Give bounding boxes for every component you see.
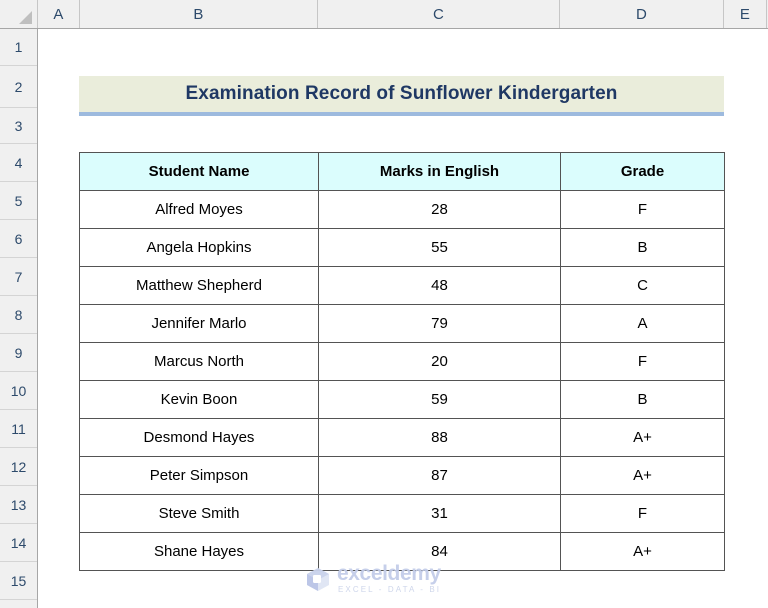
cell-marks[interactable]: 31 [318, 494, 561, 533]
row-header-12[interactable]: 12 [0, 448, 37, 486]
cell-student-name[interactable]: Desmond Hayes [79, 418, 319, 457]
report-title-banner[interactable]: Examination Record of Sunflower Kinderga… [79, 76, 724, 116]
column-header-d[interactable]: D [560, 0, 724, 28]
table-row[interactable]: Jennifer Marlo 79 A [79, 304, 725, 343]
row-header-8[interactable]: 8 [0, 296, 37, 334]
column-e-divider [724, 29, 725, 608]
table-row[interactable]: Angela Hopkins 55 B [79, 228, 725, 267]
row-header-3[interactable]: 3 [0, 108, 37, 144]
cell-marks[interactable]: 79 [318, 304, 561, 343]
row-header-10[interactable]: 10 [0, 372, 37, 410]
cell-student-name[interactable]: Shane Hayes [79, 532, 319, 571]
cell-grade[interactable]: B [560, 380, 725, 419]
table-row[interactable]: Shane Hayes 84 A+ [79, 532, 725, 571]
column-header-marks[interactable]: Marks in English [318, 152, 561, 191]
cell-marks[interactable]: 88 [318, 418, 561, 457]
select-all-triangle-icon [19, 11, 32, 24]
spreadsheet-canvas: A B C D E 1 2 3 4 5 6 7 8 9 10 11 12 13 … [0, 0, 768, 608]
cell-student-name[interactable]: Matthew Shepherd [79, 266, 319, 305]
cell-student-name[interactable]: Angela Hopkins [79, 228, 319, 267]
row-header-gutter: 1 2 3 4 5 6 7 8 9 10 11 12 13 14 15 [0, 29, 38, 608]
cell-grade[interactable]: C [560, 266, 725, 305]
column-header-row: A B C D E [0, 0, 768, 29]
row-header-7[interactable]: 7 [0, 258, 37, 296]
cell-student-name[interactable]: Peter Simpson [79, 456, 319, 495]
cell-marks[interactable]: 55 [318, 228, 561, 267]
cell-marks[interactable]: 28 [318, 190, 561, 229]
cell-grade[interactable]: A [560, 304, 725, 343]
row-header-13[interactable]: 13 [0, 486, 37, 524]
cell-marks[interactable]: 48 [318, 266, 561, 305]
examination-record-table[interactable]: Student Name Marks in English Grade Alfr… [79, 152, 725, 571]
row-header-14[interactable]: 14 [0, 524, 37, 562]
row-header-4[interactable]: 4 [0, 144, 37, 182]
column-header-grade[interactable]: Grade [560, 152, 725, 191]
cell-grade[interactable]: F [560, 494, 725, 533]
table-row[interactable]: Desmond Hayes 88 A+ [79, 418, 725, 457]
column-header-e[interactable]: E [724, 0, 767, 28]
cell-student-name[interactable]: Alfred Moyes [79, 190, 319, 229]
cell-grade[interactable]: F [560, 342, 725, 381]
cell-student-name[interactable]: Kevin Boon [79, 380, 319, 419]
worksheet-cells[interactable]: Examination Record of Sunflower Kinderga… [39, 29, 768, 608]
table-row[interactable]: Peter Simpson 87 A+ [79, 456, 725, 495]
row-header-6[interactable]: 6 [0, 220, 37, 258]
row-header-1[interactable]: 1 [0, 29, 37, 66]
row-header-11[interactable]: 11 [0, 410, 37, 448]
row-header-9[interactable]: 9 [0, 334, 37, 372]
table-header-row: Student Name Marks in English Grade [79, 152, 725, 191]
cell-student-name[interactable]: Marcus North [79, 342, 319, 381]
cell-grade[interactable]: A+ [560, 456, 725, 495]
table-row[interactable]: Alfred Moyes 28 F [79, 190, 725, 229]
page-title: Examination Record of Sunflower Kinderga… [185, 83, 618, 104]
cell-grade[interactable]: A+ [560, 418, 725, 457]
row-header-2[interactable]: 2 [0, 66, 37, 108]
table-row[interactable]: Marcus North 20 F [79, 342, 725, 381]
cell-marks[interactable]: 87 [318, 456, 561, 495]
column-header-b[interactable]: B [80, 0, 318, 28]
cell-grade[interactable]: F [560, 190, 725, 229]
table-row[interactable]: Steve Smith 31 F [79, 494, 725, 533]
select-all-cell[interactable] [0, 0, 38, 28]
cell-student-name[interactable]: Jennifer Marlo [79, 304, 319, 343]
column-header-student-name[interactable]: Student Name [79, 152, 319, 191]
table-row[interactable]: Matthew Shepherd 48 C [79, 266, 725, 305]
column-header-c[interactable]: C [318, 0, 560, 28]
cell-grade[interactable]: B [560, 228, 725, 267]
cell-marks[interactable]: 20 [318, 342, 561, 381]
cell-marks[interactable]: 84 [318, 532, 561, 571]
cell-grade[interactable]: A+ [560, 532, 725, 571]
table-row[interactable]: Kevin Boon 59 B [79, 380, 725, 419]
cell-marks[interactable]: 59 [318, 380, 561, 419]
cell-student-name[interactable]: Steve Smith [79, 494, 319, 533]
row-header-5[interactable]: 5 [0, 182, 37, 220]
column-header-a[interactable]: A [38, 0, 80, 28]
row-header-15[interactable]: 15 [0, 562, 37, 600]
